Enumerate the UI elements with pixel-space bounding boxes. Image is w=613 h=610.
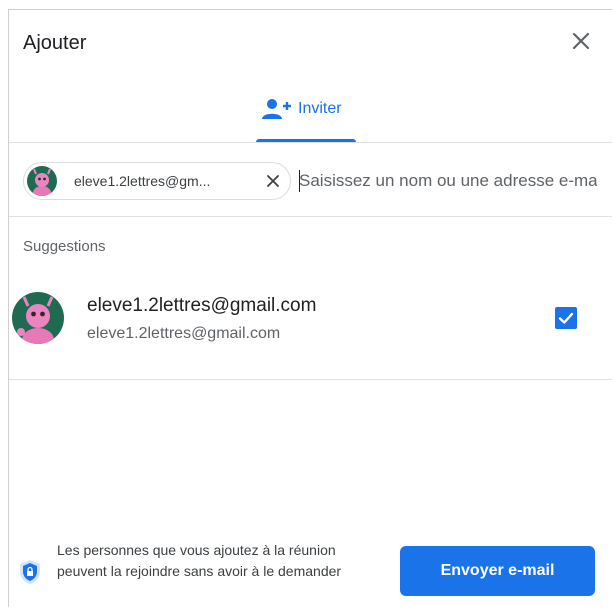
tab-inviter-label: Inviter (298, 100, 342, 117)
send-email-button[interactable]: Envoyer e-mail (400, 546, 595, 596)
avatar (12, 292, 64, 344)
tab-bar: Inviter (9, 78, 612, 142)
close-icon (267, 175, 279, 187)
remove-recipient-button[interactable] (264, 172, 282, 190)
meeting-join-notice: Les personnes que vous ajoutez à la réun… (57, 542, 342, 579)
dialog-header: Ajouter (9, 10, 612, 78)
recipient-chip[interactable]: eleve1.2lettres@gm... (23, 162, 291, 200)
divider (9, 142, 612, 143)
suggestion-name: eleve1.2lettres@gmail.com (87, 295, 317, 316)
divider (9, 379, 612, 380)
person-add-icon (262, 99, 291, 119)
suggestion-item[interactable]: eleve1.2lettres@gmail.com eleve1.2lettre… (9, 276, 612, 380)
divider (9, 216, 612, 217)
check-icon (558, 312, 574, 324)
shield-icon (20, 560, 40, 584)
close-button[interactable] (568, 28, 594, 54)
avatar (27, 166, 57, 196)
text-cursor (299, 170, 300, 192)
suggestions-heading: Suggestions (23, 238, 106, 255)
add-people-dialog: Ajouter Inviter eleve1.2lettres@gm... Sa… (8, 9, 612, 607)
avatar-image (27, 166, 57, 196)
tab-inviter[interactable]: Inviter (256, 96, 356, 142)
suggestion-checkbox[interactable] (555, 307, 577, 329)
dialog-title: Ajouter (23, 32, 87, 54)
suggestion-email: eleve1.2lettres@gmail.com (87, 325, 281, 342)
close-icon (572, 32, 590, 50)
avatar-image (12, 292, 64, 344)
search-input[interactable] (299, 168, 597, 194)
recipient-chip-label: eleve1.2lettres@gm... (74, 173, 211, 189)
